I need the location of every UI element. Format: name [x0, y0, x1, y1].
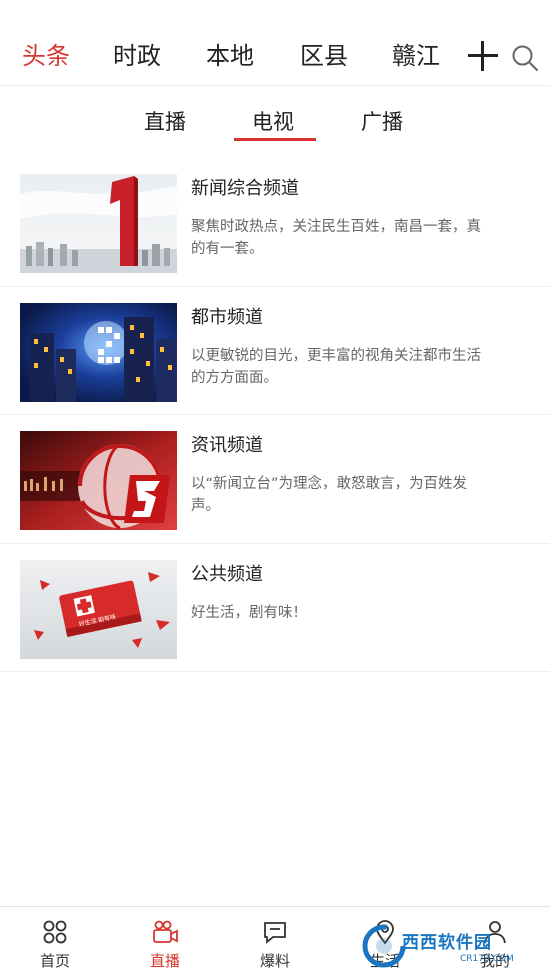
tabbar-item-home[interactable]: 首页: [0, 907, 110, 978]
tabbar-item-report[interactable]: 爆料: [220, 907, 330, 978]
subtab-live[interactable]: 直播: [144, 108, 186, 136]
subtab-radio[interactable]: 广播: [361, 108, 403, 136]
channel-thumbnail: 3: [20, 431, 177, 530]
subtab-tv[interactable]: 电视: [252, 108, 294, 136]
channel-row[interactable]: 好生活 剧有味 公共频道 好生活，剧有味！: [0, 544, 550, 672]
tab-districts[interactable]: 区县: [300, 38, 348, 74]
channel-description: 好生活，剧有味！: [191, 604, 307, 621]
tab-local[interactable]: 本地: [206, 38, 254, 74]
channel-list: 1 新闻综合频道 聚焦时政热点，关注民生百姓，南昌一套，真的有一套。 2 都市频…: [0, 158, 550, 672]
watermark-text: 西西软件园: [402, 933, 492, 953]
chat-bubble-icon: [264, 922, 286, 944]
channel-thumbnail: 2: [20, 302, 177, 402]
channel-description: 以“新闻立台”为理念，敢怒敢言，为百姓发声。: [191, 476, 468, 514]
top-nav: 头条 时政 本地 区县 赣江: [0, 0, 550, 86]
channel-title: 都市频道: [191, 306, 263, 328]
sub-tabs: 直播 电视 广播: [0, 86, 550, 156]
channel-thumbnail: 好生活 剧有味: [20, 559, 177, 659]
channel-title: 新闻综合频道: [191, 178, 299, 199]
channel-thumbnail: 1: [20, 174, 177, 273]
grid-icon: [43, 920, 67, 944]
tabbar-item-live[interactable]: 直播: [110, 907, 220, 978]
watermark-subtext: CR173.COM: [460, 954, 514, 964]
search-icon[interactable]: [510, 43, 540, 73]
channel-description: 以更敏锐的目光，更丰富的视角关注都市生活的方方面面。: [191, 347, 481, 386]
channel-row[interactable]: 1 新闻综合频道 聚焦时政热点，关注民生百姓，南昌一套，真的有一套。: [0, 158, 550, 287]
channel-description: 聚焦时政热点，关注民生百姓，南昌一套，真的有一套。: [191, 219, 481, 257]
channel-title: 资讯频道: [191, 435, 263, 456]
active-subtab-indicator: [234, 138, 316, 141]
plus-icon[interactable]: [465, 38, 501, 74]
channel-row[interactable]: 2 都市频道 以更敏锐的目光，更丰富的视角关注都市生活的方方面面。: [0, 287, 550, 415]
tabbar-label: 首页: [39, 952, 70, 970]
video-camera-icon: [153, 920, 178, 943]
tabbar-label: 爆料: [259, 952, 290, 970]
channel-row[interactable]: 3 资讯频道 以“新闻立台”为理念，敢怒敢言，为百姓发声。: [0, 415, 550, 544]
tabbar-label: 直播: [149, 952, 180, 970]
channel-title: 公共频道: [191, 563, 263, 585]
tab-headlines[interactable]: 头条: [22, 38, 70, 74]
tab-politics[interactable]: 时政: [113, 38, 161, 74]
tab-ganjiang[interactable]: 赣江: [392, 38, 440, 74]
